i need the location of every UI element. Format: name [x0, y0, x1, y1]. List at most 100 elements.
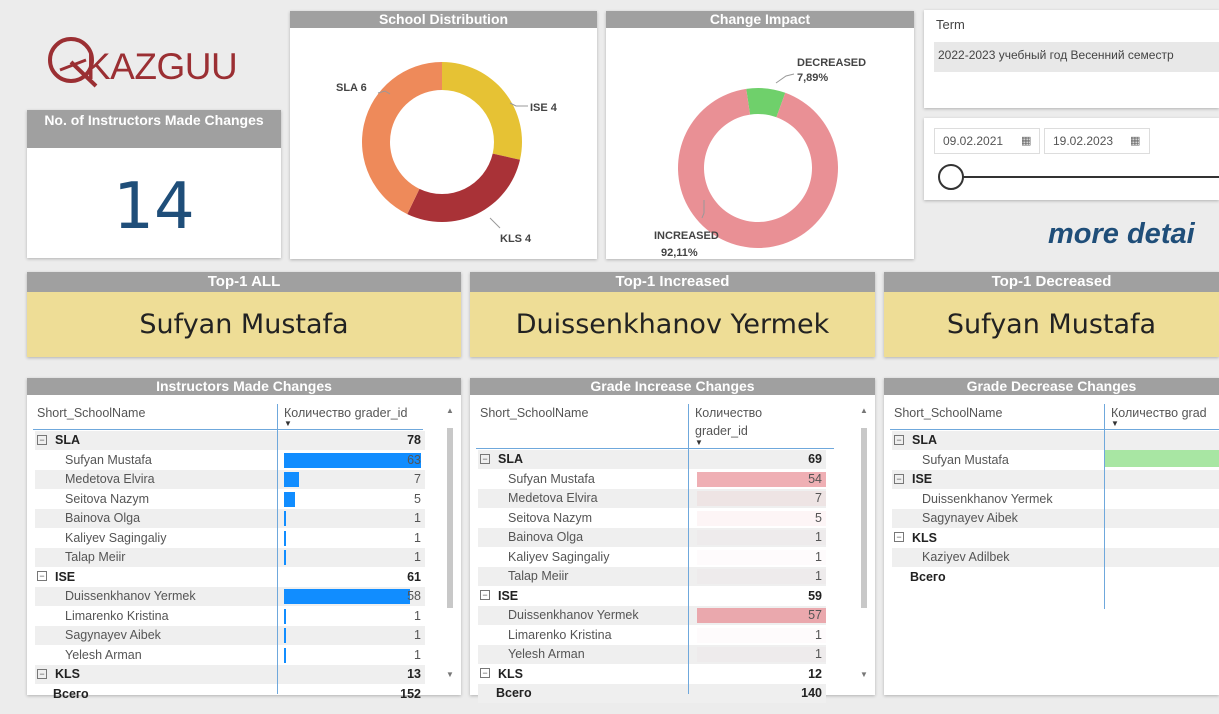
more-details-link[interactable]: more detai [1048, 218, 1195, 251]
table-row[interactable]: Duissenkhanov Yermek 58 [35, 587, 425, 606]
row-value: 1 [414, 511, 421, 525]
table-row[interactable]: Talap Meiir 1 [478, 567, 826, 586]
table-row[interactable]: Bainova Olga 1 [35, 509, 425, 528]
row-label: Seitova Nazym [508, 510, 593, 525]
total-row[interactable]: Всего 140 [478, 684, 826, 703]
date-slicer[interactable]: 09.02.2021 ▦ 19.02.2023 ▦ [924, 118, 1219, 200]
group-row[interactable]: − SLA [892, 431, 1219, 450]
group-row[interactable]: − ISE 61 [35, 568, 425, 587]
row-label: Sagynayev Aibek [65, 628, 161, 642]
term-slicer[interactable]: Term 2022-2023 учебный год Весенний семе… [924, 10, 1219, 108]
header-divider [33, 429, 423, 430]
collapse-icon[interactable]: − [37, 571, 47, 582]
top-decreased-name: Sufyan Mustafa [884, 292, 1219, 357]
header-divider [476, 448, 834, 449]
row-label: Yelesh Arman [508, 647, 585, 661]
table-row[interactable]: Yelesh Arman 1 [35, 646, 425, 665]
table-title: Instructors Made Changes [27, 378, 461, 395]
col-header-count[interactable]: Количество grader_id [695, 404, 762, 440]
group-row[interactable]: − SLA 69 [478, 450, 826, 469]
label-sla: SLA 6 [336, 82, 367, 94]
row-label: SLA [498, 452, 523, 466]
collapse-icon[interactable]: − [480, 453, 490, 464]
data-bar [697, 510, 826, 526]
group-row[interactable]: − ISE 59 [478, 587, 826, 606]
top-all-name: Sufyan Mustafa [27, 292, 461, 357]
row-value: 1 [815, 627, 822, 642]
collapse-icon[interactable]: − [480, 668, 490, 679]
row-label: Seitova Nazym [65, 491, 150, 506]
row-label: Medetova Elvira [508, 491, 598, 505]
label-increased-pct: 92,11% [661, 247, 698, 259]
group-row[interactable]: − KLS 12 [478, 665, 826, 684]
table-row[interactable]: Seitova Nazym 5 [35, 490, 425, 509]
table-row[interactable]: Duissenkhanov Yermek 57 [478, 606, 826, 625]
col-header-school[interactable]: Short_SchoolName [37, 404, 145, 422]
table-row[interactable]: Duissenkhanov Yermek [892, 490, 1219, 509]
date-slider-handle[interactable] [938, 164, 964, 190]
table-row[interactable]: Sufyan Mustafa 54 [478, 470, 826, 489]
grade-increase-table[interactable]: Grade Increase Changes Short_SchoolName … [470, 378, 875, 703]
slice-kls[interactable] [407, 153, 520, 223]
group-row[interactable]: − KLS [892, 529, 1219, 548]
collapse-icon[interactable]: − [894, 532, 904, 543]
collapse-icon[interactable]: − [37, 668, 47, 679]
row-label: Duissenkhanov Yermek [922, 491, 1053, 506]
calendar-icon[interactable]: ▦ [1130, 134, 1140, 147]
table-row[interactable]: Sagynayev Aibek 1 [35, 626, 425, 645]
school-distribution-donut[interactable]: SLA 6 ISE 4 KLS 4 [290, 28, 597, 259]
sort-desc-icon[interactable]: ▼ [695, 438, 703, 447]
scrollbar[interactable]: ▲ ▼ [445, 404, 455, 690]
table-row[interactable]: Bainova Olga 1 [478, 528, 826, 547]
table-row[interactable]: Kaliyev Sagingaliy 1 [35, 529, 425, 548]
table-row[interactable]: Kaziyev Adilbek [892, 548, 1219, 567]
instructors-table[interactable]: Instructors Made Changes Short_SchoolNam… [27, 378, 461, 701]
sort-desc-icon[interactable]: ▼ [284, 419, 292, 428]
header-divider [890, 429, 1219, 430]
scrollbar[interactable]: ▲ ▼ [859, 404, 869, 690]
slice-sla[interactable] [362, 61, 442, 215]
row-value: 1 [414, 530, 421, 545]
collapse-icon[interactable]: − [894, 473, 904, 484]
row-label: Duissenkhanov Yermek [508, 608, 639, 622]
table-row[interactable]: Seitova Nazym 5 [478, 509, 826, 528]
grade-decrease-table[interactable]: Grade Decrease Changes Short_SchoolName … [884, 378, 1219, 695]
table-row[interactable]: Talap Meiir 1 [35, 548, 425, 567]
col-header-school[interactable]: Short_SchoolName [894, 404, 1002, 422]
total-row[interactable]: Всего 152 [35, 685, 425, 704]
total-row[interactable]: Всего [892, 568, 1219, 587]
slice-ise[interactable] [442, 62, 522, 160]
table-row[interactable]: Medetova Elvira 7 [478, 489, 826, 508]
col-header-count[interactable]: Количество grader_id [284, 404, 407, 422]
collapse-icon[interactable]: − [894, 434, 904, 445]
school-distribution-card[interactable]: School Distribution SLA 6 ISE 4 KLS 4 [290, 11, 597, 259]
collapse-icon[interactable]: − [480, 590, 490, 601]
group-row[interactable]: − ISE [892, 470, 1219, 489]
sort-desc-icon[interactable]: ▼ [1111, 419, 1119, 428]
table-row[interactable]: Limarenko Kristina 1 [35, 607, 425, 626]
row-value: 1 [414, 550, 421, 564]
date-slider-track[interactable] [952, 176, 1219, 178]
row-value: 54 [808, 471, 822, 486]
table-row[interactable]: Sagynayev Aibek [892, 509, 1219, 528]
table-row[interactable]: Yelesh Arman 1 [478, 645, 826, 664]
group-row[interactable]: − SLA 78 [35, 431, 425, 450]
change-impact-donut[interactable]: DECREASED 7,89% INCREASED 92,11% [606, 28, 914, 259]
term-dropdown[interactable]: 2022-2023 учебный год Весенний семестр [934, 42, 1219, 72]
table-row[interactable]: Medetova Elvira 7 [35, 470, 425, 489]
group-row[interactable]: − KLS 13 [35, 665, 425, 684]
table-row[interactable]: Sufyan Mustafa 63 [35, 451, 425, 470]
col-header-count[interactable]: Количество grad [1111, 404, 1207, 422]
change-impact-card[interactable]: Change Impact DECREASED 7,89% INCREASED … [606, 11, 914, 259]
row-label: Kaliyev Sagingaliy [508, 549, 610, 564]
column-divider [277, 404, 278, 694]
col-header-school[interactable]: Short_SchoolName [480, 404, 588, 422]
table-row[interactable]: Kaliyev Sagingaliy 1 [478, 548, 826, 567]
collapse-icon[interactable]: − [37, 434, 47, 445]
calendar-icon[interactable]: ▦ [1021, 134, 1031, 147]
data-bar [697, 471, 826, 487]
table-row[interactable]: Limarenko Kristina 1 [478, 626, 826, 645]
data-bar [284, 628, 287, 643]
top-decreased-card: Top-1 Decreased Sufyan Mustafa [884, 272, 1219, 357]
row-label: ISE [912, 472, 933, 486]
